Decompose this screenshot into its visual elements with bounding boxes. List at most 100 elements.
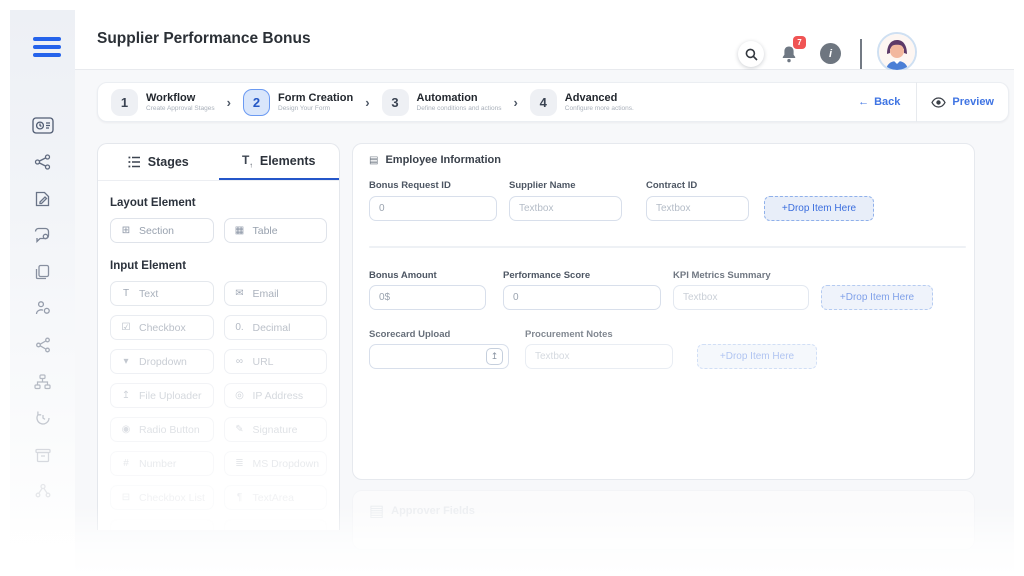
element-section[interactable]: ⊞Section <box>110 218 214 243</box>
step-description: Create Approval Stages <box>146 105 215 112</box>
input-element-grid: TText ✉Email ☑Checkbox 0.Decimal ▾ Dropdo… <box>110 281 327 530</box>
dropdown-icon: ▾ <box>120 356 132 367</box>
element-radio-button[interactable]: ◉Radio Button <box>110 417 214 442</box>
chevron-right-icon: › <box>365 95 369 110</box>
radio-button-icon: ◉ <box>120 424 132 435</box>
field-label: Supplier Name <box>509 180 576 191</box>
chevron-right-icon: › <box>513 95 517 110</box>
procurement-notes-field[interactable] <box>525 344 673 369</box>
step-label: Form Creation <box>278 92 353 104</box>
info-button[interactable]: i <box>820 43 841 64</box>
org-chart-icon[interactable] <box>10 369 75 395</box>
archive-icon[interactable] <box>10 442 75 468</box>
preview-button[interactable]: Preview <box>931 96 994 108</box>
element-label: Text <box>139 288 158 300</box>
element-file-uploader[interactable]: ↥File Uploader <box>110 383 214 408</box>
arrow-left-icon: ← <box>858 96 869 108</box>
element-label: MS Dropdown <box>253 458 320 470</box>
kpi-metrics-summary-field[interactable] <box>673 285 809 310</box>
search-button[interactable] <box>738 41 764 67</box>
element-checkbox[interactable]: ☑Checkbox <box>110 315 214 340</box>
user-avatar[interactable] <box>877 32 917 72</box>
drop-zone[interactable]: +Drop Item Here <box>764 196 874 221</box>
file-upload-icon[interactable]: ↥ <box>486 348 503 365</box>
element-label: URL <box>253 356 274 368</box>
back-label: Back <box>874 96 900 108</box>
people-network-icon[interactable] <box>10 478 75 504</box>
elements-panel: Stages T↑ Elements Layout Element ⊞Secti… <box>97 143 340 530</box>
element-signature[interactable]: ✎Signature <box>224 417 328 442</box>
element-url[interactable]: ∞ URL <box>224 349 328 374</box>
element-ghost <box>110 519 214 530</box>
step-advanced[interactable]: 4 Advanced Configure more actions. <box>530 89 634 116</box>
form-section-title: Employee Information <box>385 154 501 166</box>
user-settings-icon[interactable] <box>10 295 75 321</box>
element-label: Dropdown <box>139 356 187 368</box>
step-workflow[interactable]: 1 Workflow Create Approval Stages <box>111 89 215 116</box>
element-ghost <box>224 519 328 530</box>
field-label: Bonus Amount <box>369 270 437 281</box>
share-icon[interactable] <box>10 332 75 358</box>
notifications-button[interactable]: 7 <box>778 41 800 67</box>
dashboard-icon[interactable] <box>10 112 75 138</box>
step-description: Define conditions and actions <box>417 105 502 112</box>
step-form-creation[interactable]: 2 Form Creation Design Your Form <box>243 89 353 116</box>
element-text[interactable]: TText <box>110 281 214 306</box>
workflow-icon[interactable] <box>10 149 75 175</box>
element-ip-address[interactable]: ◎IP Address <box>224 383 328 408</box>
contract-id-field[interactable] <box>646 196 749 221</box>
field-label: Scorecard Upload <box>369 329 450 340</box>
row-separator <box>369 246 966 248</box>
ip-address-icon: ◎ <box>234 390 246 401</box>
field-label: Contract ID <box>646 180 697 191</box>
element-textarea[interactable]: ¶TextArea <box>224 485 328 510</box>
documents-icon[interactable] <box>10 259 75 285</box>
panel-tabs: Stages T↑ Elements <box>98 144 339 181</box>
input-element-heading: Input Element <box>110 260 327 272</box>
element-label: Checkbox <box>139 322 186 334</box>
step-label: Automation <box>417 92 502 104</box>
element-checkbox-list[interactable]: ⊟ Checkbox List <box>110 485 214 510</box>
field-label: Procurement Notes <box>525 329 613 340</box>
bonus-amount-field[interactable] <box>369 285 486 310</box>
preview-label: Preview <box>952 96 994 108</box>
back-button[interactable]: ← Back <box>858 96 900 108</box>
element-email[interactable]: ✉Email <box>224 281 328 306</box>
performance-score-field[interactable] <box>503 285 661 310</box>
step-number: 1 <box>111 89 138 116</box>
search-icon <box>745 48 758 61</box>
tab-label: Stages <box>148 155 189 169</box>
step-automation[interactable]: 3 Automation Define conditions and actio… <box>382 89 502 116</box>
element-ms-dropdown[interactable]: ≣ MS Dropdown <box>224 451 328 476</box>
bonus-request-id-field[interactable] <box>369 196 497 221</box>
tab-elements[interactable]: T↑ Elements <box>219 144 340 180</box>
element-dropdown[interactable]: ▾ Dropdown <box>110 349 214 374</box>
form-edit-icon[interactable] <box>10 186 75 212</box>
number-icon: # <box>120 458 132 469</box>
step-number: 3 <box>382 89 409 116</box>
element-label: Signature <box>253 424 298 436</box>
tab-label: Elements <box>260 154 316 168</box>
faded-section-title: Approver Fields <box>391 505 475 517</box>
tab-stages[interactable]: Stages <box>98 144 219 180</box>
history-icon[interactable] <box>10 405 75 431</box>
drop-zone[interactable]: +Drop Item Here <box>821 285 933 310</box>
section-header-icon: ▤ <box>369 501 384 521</box>
chevron-right-icon: › <box>227 95 231 110</box>
element-table[interactable]: ▦Table <box>224 218 328 243</box>
supplier-name-field[interactable] <box>509 196 622 221</box>
element-label: Checkbox List <box>139 492 205 504</box>
element-number[interactable]: #Number <box>110 451 214 476</box>
table-icon: ▦ <box>234 225 246 236</box>
element-decimal[interactable]: 0.Decimal <box>224 315 328 340</box>
ms-dropdown-icon: ≣ <box>234 458 246 469</box>
url-icon: ∞ <box>234 356 246 367</box>
menu-icon[interactable] <box>33 37 61 57</box>
drop-zone[interactable]: +Drop Item Here <box>697 344 817 369</box>
layout-element-heading: Layout Element <box>110 197 327 209</box>
chat-settings-icon[interactable] <box>10 222 75 248</box>
form-canvas: ▤ Employee Information Bonus Request ID … <box>352 143 975 480</box>
info-icon: i <box>829 48 832 60</box>
checkbox-list-icon: ⊟ <box>120 492 132 503</box>
email-icon: ✉ <box>234 288 246 299</box>
